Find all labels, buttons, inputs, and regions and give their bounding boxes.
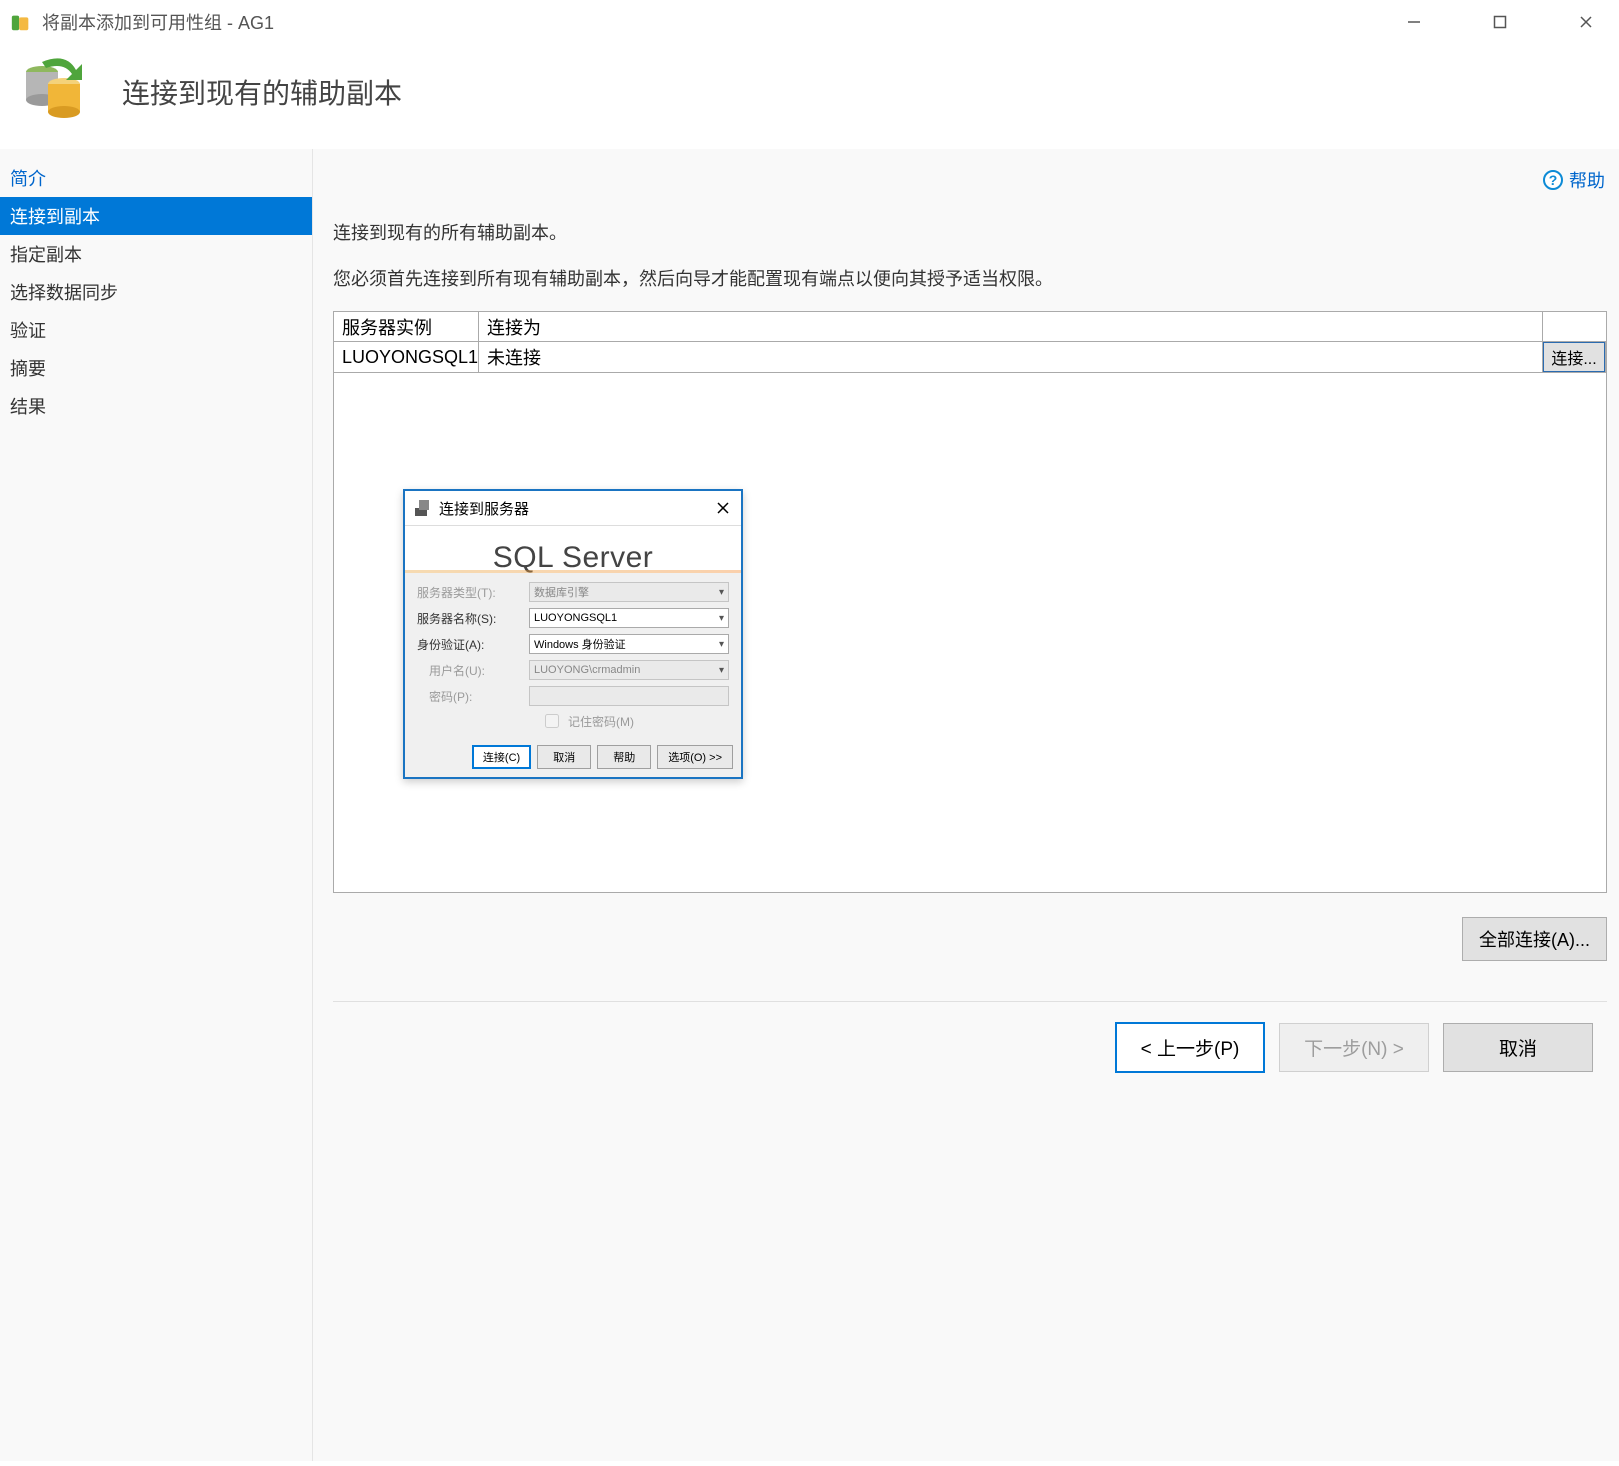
server-name-label: 服务器名称(S): xyxy=(417,610,529,627)
chevron-down-icon[interactable]: ▾ xyxy=(719,639,724,650)
chevron-down-icon[interactable]: ▾ xyxy=(719,613,724,624)
server-name-combo[interactable]: LUOYONGSQL1 ▾ xyxy=(529,608,729,628)
dialog-title: 连接到服务器 xyxy=(439,498,713,519)
server-type-combo: 数据库引擎 ▾ xyxy=(529,582,729,602)
cancel-button[interactable]: 取消 xyxy=(1443,1023,1593,1072)
user-combo: LUOYONG\crmadmin ▾ xyxy=(529,660,729,680)
sidebar-item-data-sync[interactable]: 选择数据同步 xyxy=(0,273,312,311)
pwd-label: 密码(P): xyxy=(417,688,529,705)
window-controls xyxy=(1391,6,1609,38)
header: 连接到现有的辅助副本 xyxy=(0,44,1619,149)
auth-label: 身份验证(A): xyxy=(417,636,529,653)
cell-action: 连接... xyxy=(1543,342,1606,372)
column-connect-as[interactable]: 连接为 xyxy=(479,312,1543,341)
chevron-down-icon: ▾ xyxy=(719,587,724,598)
content-description: 您必须首先连接到所有现有辅助副本，然后向导才能配置现有端点以便向其授予适当权限。 xyxy=(333,265,1607,291)
column-action xyxy=(1543,312,1606,341)
prev-button[interactable]: < 上一步(P) xyxy=(1115,1022,1265,1073)
sidebar-item-results[interactable]: 结果 xyxy=(0,387,312,425)
content-heading: 连接到现有的所有辅助副本。 xyxy=(333,219,1607,245)
cell-connect-as: 未连接 xyxy=(479,342,1543,372)
replica-grid: 服务器实例 连接为 LUOYONGSQL1 未连接 连接... xyxy=(333,311,1607,373)
password-input xyxy=(529,686,729,706)
help-icon: ? xyxy=(1543,170,1563,190)
dialog-help-button[interactable]: 帮助 xyxy=(597,745,651,769)
connect-all-button[interactable]: 全部连接(A)... xyxy=(1462,917,1607,961)
remember-password-label: 记住密码(M) xyxy=(568,713,634,730)
remember-password-checkbox xyxy=(545,714,559,728)
titlebar: 将副本添加到可用性组 - AG1 xyxy=(0,0,1619,44)
page-title: 连接到现有的辅助副本 xyxy=(122,72,402,112)
nav-row: < 上一步(P) 下一步(N) > 取消 xyxy=(333,1002,1607,1093)
dialog-options-button[interactable]: 选项(O) >> xyxy=(657,745,733,769)
server-type-value: 数据库引擎 xyxy=(534,584,589,600)
sidebar-item-summary[interactable]: 摘要 xyxy=(0,349,312,387)
main-area: 简介 连接到副本 指定副本 选择数据同步 验证 摘要 结果 ? 帮助 连接到现有… xyxy=(0,149,1619,1461)
dialog-cancel-button[interactable]: 取消 xyxy=(537,745,591,769)
chevron-down-icon: ▾ xyxy=(719,665,724,676)
help-label: 帮助 xyxy=(1569,167,1605,193)
server-type-label: 服务器类型(T): xyxy=(417,584,529,601)
sidebar: 简介 连接到副本 指定副本 选择数据同步 验证 摘要 结果 xyxy=(0,149,312,1461)
help-link[interactable]: ? 帮助 xyxy=(1543,167,1605,193)
cell-server-instance: LUOYONGSQL1 xyxy=(334,342,479,372)
server-name-value: LUOYONGSQL1 xyxy=(534,612,617,624)
sidebar-item-connect-replica[interactable]: 连接到副本 xyxy=(0,197,312,235)
dialog-banner: SQL Server xyxy=(405,525,741,573)
close-button[interactable] xyxy=(1563,6,1609,38)
dialog-titlebar[interactable]: 连接到服务器 xyxy=(405,491,741,525)
server-icon xyxy=(413,498,433,518)
sidebar-item-intro[interactable]: 简介 xyxy=(0,159,312,197)
dialog-banner-text: SQL Server xyxy=(493,543,654,573)
minimize-button[interactable] xyxy=(1391,6,1437,38)
auth-value: Windows 身份验证 xyxy=(534,636,626,652)
dialog-body: 服务器类型(T): 数据库引擎 ▾ 服务器名称(S): LUOYONGSQL1 … xyxy=(405,573,741,739)
sidebar-item-validation[interactable]: 验证 xyxy=(0,311,312,349)
dialog-buttons: 连接(C) 取消 帮助 选项(O) >> xyxy=(405,739,741,777)
user-value: LUOYONG\crmadmin xyxy=(534,664,640,676)
maximize-button[interactable] xyxy=(1477,6,1523,38)
dialog-connect-button[interactable]: 连接(C) xyxy=(472,745,531,769)
column-server-instance[interactable]: 服务器实例 xyxy=(334,312,479,341)
user-label: 用户名(U): xyxy=(417,662,529,679)
connect-server-dialog: 连接到服务器 SQL Server 服务器类型(T): 数据库引擎 ▾ 服务器名… xyxy=(403,489,743,779)
wizard-icon xyxy=(20,54,92,129)
app-icon xyxy=(10,11,32,33)
sidebar-item-specify-replica[interactable]: 指定副本 xyxy=(0,235,312,273)
grid-data-row[interactable]: LUOYONGSQL1 未连接 连接... xyxy=(334,342,1606,372)
content: ? 帮助 连接到现有的所有辅助副本。 您必须首先连接到所有现有辅助副本，然后向导… xyxy=(312,149,1619,1461)
window-title: 将副本添加到可用性组 - AG1 xyxy=(42,9,1391,35)
grid-header-row: 服务器实例 连接为 xyxy=(334,312,1606,342)
next-button: 下一步(N) > xyxy=(1279,1023,1429,1072)
auth-combo[interactable]: Windows 身份验证 ▾ xyxy=(529,634,729,654)
dialog-close-button[interactable] xyxy=(713,498,733,518)
connect-button[interactable]: 连接... xyxy=(1543,342,1605,372)
